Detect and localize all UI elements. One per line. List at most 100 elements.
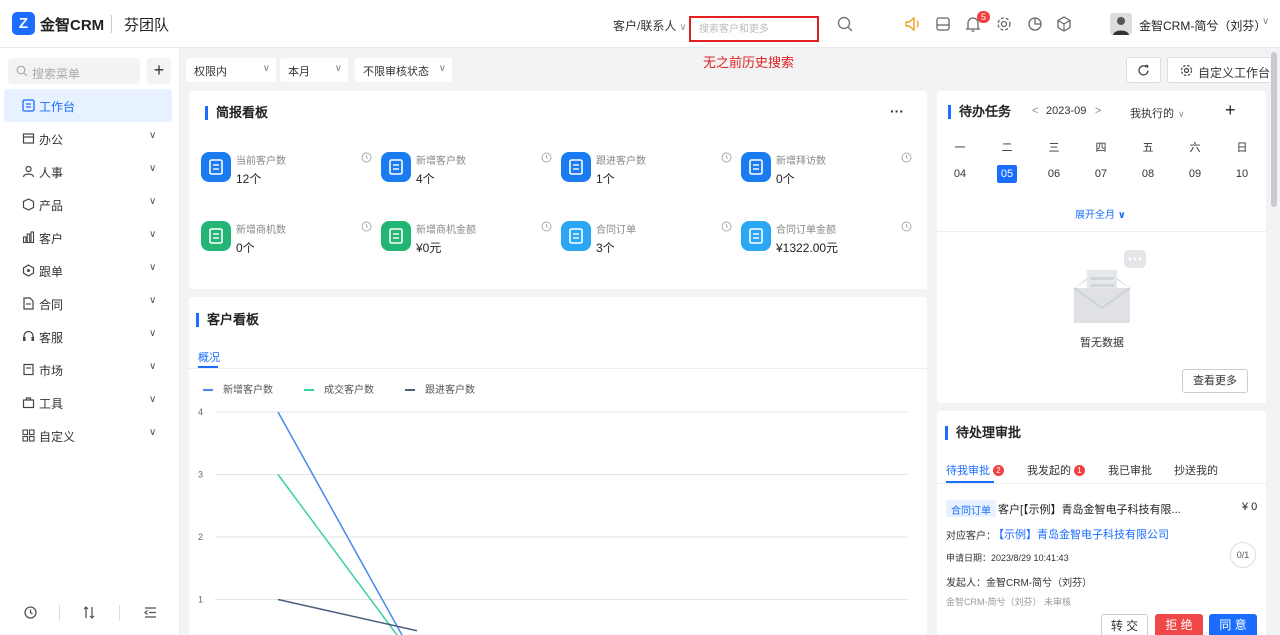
follow-icon bbox=[22, 264, 35, 277]
period-filter[interactable]: 本月 ∨ bbox=[280, 58, 348, 82]
search-scope-select[interactable]: 客户/联系人 ∨ bbox=[613, 17, 687, 34]
calendar-day[interactable]: 10 bbox=[1232, 165, 1252, 183]
inbox-icon[interactable] bbox=[934, 15, 952, 33]
sidebar-item-label: 工作台 bbox=[39, 100, 76, 114]
speaker-icon[interactable] bbox=[904, 15, 922, 33]
menu-search-input[interactable]: 搜索菜单 bbox=[8, 58, 140, 84]
history-icon[interactable] bbox=[23, 605, 38, 620]
tab-approved-by-me[interactable]: 我已审批 bbox=[1108, 462, 1152, 478]
search-icon[interactable] bbox=[836, 15, 854, 33]
search-input[interactable] bbox=[699, 19, 819, 39]
approval-type-tag: 合同订单 bbox=[946, 500, 996, 517]
transfer-button[interactable]: 转 交 bbox=[1101, 614, 1148, 635]
sort-icon[interactable] bbox=[82, 605, 97, 620]
chevron-down-icon: ∨ bbox=[149, 196, 157, 207]
customize-workbench-button[interactable]: 自定义工作台 bbox=[1167, 57, 1273, 83]
stat-card[interactable]: 跟进客户数 1个 bbox=[561, 152, 732, 192]
sidebar-item-hr[interactable]: 人事 ∨ bbox=[4, 155, 172, 188]
clock-icon[interactable] bbox=[721, 152, 732, 163]
more-options-button[interactable]: ··· bbox=[890, 103, 904, 119]
calendar-day[interactable]: 09 bbox=[1185, 165, 1205, 183]
sidebar-item-office[interactable]: 办公 ∨ bbox=[4, 122, 172, 155]
clock-icon[interactable] bbox=[541, 152, 552, 163]
approval-item-name[interactable]: 客户[【示例】青岛金智电子科技有限... bbox=[998, 501, 1181, 517]
divider bbox=[189, 368, 927, 369]
sidebar-item-label: 客户 bbox=[39, 232, 64, 246]
app-logo[interactable]: Z bbox=[12, 12, 35, 35]
avatar[interactable] bbox=[1110, 13, 1132, 35]
view-more-button[interactable]: 查看更多 bbox=[1182, 369, 1248, 393]
sidebar-item-label: 市场 bbox=[39, 364, 64, 378]
scrollbar-thumb[interactable] bbox=[1271, 52, 1277, 207]
clock-icon[interactable] bbox=[361, 221, 372, 232]
global-search[interactable] bbox=[689, 16, 819, 42]
sidebar-item-product[interactable]: 产品 ∨ bbox=[4, 188, 172, 221]
tab-overview[interactable]: 概况 bbox=[198, 349, 220, 365]
approve-button[interactable]: 同 意 bbox=[1209, 614, 1257, 635]
sidebar-item-market[interactable]: 市场 ∨ bbox=[4, 353, 172, 386]
clock-icon[interactable] bbox=[721, 221, 732, 232]
stat-card[interactable]: 新增商机数 0个 bbox=[201, 221, 372, 261]
notification-badge: 5 bbox=[977, 11, 991, 23]
sidebar-item-tool[interactable]: 工具 ∨ bbox=[4, 386, 172, 419]
stat-card[interactable]: 新增拜访数 0个 bbox=[741, 152, 912, 192]
stat-value: 3个 bbox=[596, 241, 615, 255]
prev-month-button[interactable]: < bbox=[1032, 105, 1038, 117]
stat-value: ¥0元 bbox=[416, 241, 442, 255]
tab-pending-my-approval[interactable]: 待我审批 2 bbox=[946, 462, 1004, 478]
clock-icon[interactable] bbox=[541, 221, 552, 232]
chevron-down-icon[interactable]: ∨ bbox=[1262, 16, 1269, 27]
stat-label: 新增拜访数 bbox=[776, 156, 826, 167]
calendar-day[interactable]: 05 bbox=[997, 165, 1017, 183]
clock-icon[interactable] bbox=[901, 152, 912, 163]
pie-chart-icon[interactable] bbox=[1026, 15, 1044, 33]
cube-icon[interactable] bbox=[1055, 15, 1073, 33]
divider bbox=[119, 605, 120, 621]
sidebar-item-customer[interactable]: 客户 ∨ bbox=[4, 221, 172, 254]
sidebar-item-follow[interactable]: 跟单 ∨ bbox=[4, 254, 172, 287]
stat-value: 0个 bbox=[236, 241, 255, 255]
todo-filter-select[interactable]: 我执行的 ∨ bbox=[1130, 105, 1185, 121]
customer-line-chart: 4 3 2 1 bbox=[198, 407, 907, 635]
audit-status-filter[interactable]: 不限审核状态 ∨ bbox=[355, 58, 452, 82]
stat-card[interactable]: 新增商机金额 ¥0元 bbox=[381, 221, 552, 261]
scope-filter[interactable]: 权限内 ∨ bbox=[186, 58, 276, 82]
next-month-button[interactable]: > bbox=[1095, 105, 1101, 117]
menu-search-placeholder: 搜索菜单 bbox=[32, 67, 81, 81]
stat-label: 合同订单 bbox=[596, 225, 636, 236]
stat-card[interactable]: 合同订单金额 ¥1322.00元 bbox=[741, 221, 912, 261]
sidebar-item-service[interactable]: 客服 ∨ bbox=[4, 320, 172, 353]
team-name[interactable]: 芬团队 bbox=[124, 14, 169, 35]
tab-initiated-by-me[interactable]: 我发起的 1 bbox=[1027, 462, 1085, 478]
customer-list-icon bbox=[381, 152, 411, 182]
legend-label: 新增客户数 bbox=[223, 385, 273, 396]
gear-icon[interactable] bbox=[995, 15, 1013, 33]
add-menu-button[interactable]: + bbox=[147, 58, 171, 84]
calendar-day[interactable]: 07 bbox=[1091, 165, 1111, 183]
calendar-day[interactable]: 04 bbox=[950, 165, 970, 183]
sidebar-item-custom[interactable]: 自定义 ∨ bbox=[4, 419, 172, 452]
tab-cc-me[interactable]: 抄送我的 bbox=[1174, 462, 1218, 478]
customer-link[interactable]: 【示例】青岛金智电子科技有限公司 bbox=[993, 526, 1169, 542]
clock-icon[interactable] bbox=[361, 152, 372, 163]
add-todo-button[interactable]: + bbox=[1225, 100, 1236, 121]
calendar-day[interactable]: 06 bbox=[1044, 165, 1064, 183]
sidebar-item-label: 工具 bbox=[39, 397, 64, 411]
calendar-day[interactable]: 08 bbox=[1138, 165, 1158, 183]
weekday-label: 五 bbox=[1142, 142, 1154, 154]
collapse-menu-icon[interactable] bbox=[143, 605, 158, 620]
stat-card[interactable]: 当前客户数 12个 bbox=[201, 152, 372, 192]
user-name[interactable]: 金智CRM-简兮（刘芬） bbox=[1139, 17, 1266, 34]
sidebar-item-workbench[interactable]: 工作台 bbox=[4, 89, 172, 122]
clock-icon[interactable] bbox=[901, 221, 912, 232]
customer-icon bbox=[22, 231, 35, 244]
divider bbox=[59, 605, 60, 621]
stat-card[interactable]: 新增客户数 4个 bbox=[381, 152, 552, 192]
sidebar-item-contract[interactable]: 合同 ∨ bbox=[4, 287, 172, 320]
refresh-button[interactable] bbox=[1126, 57, 1161, 83]
scrollbar[interactable] bbox=[1270, 50, 1278, 635]
reject-button[interactable]: 拒 绝 bbox=[1155, 614, 1203, 635]
stat-label: 新增商机金额 bbox=[416, 225, 476, 236]
stat-card[interactable]: 合同订单 3个 bbox=[561, 221, 732, 261]
expand-month-button[interactable]: 展开全月 ∨ bbox=[1075, 206, 1126, 221]
